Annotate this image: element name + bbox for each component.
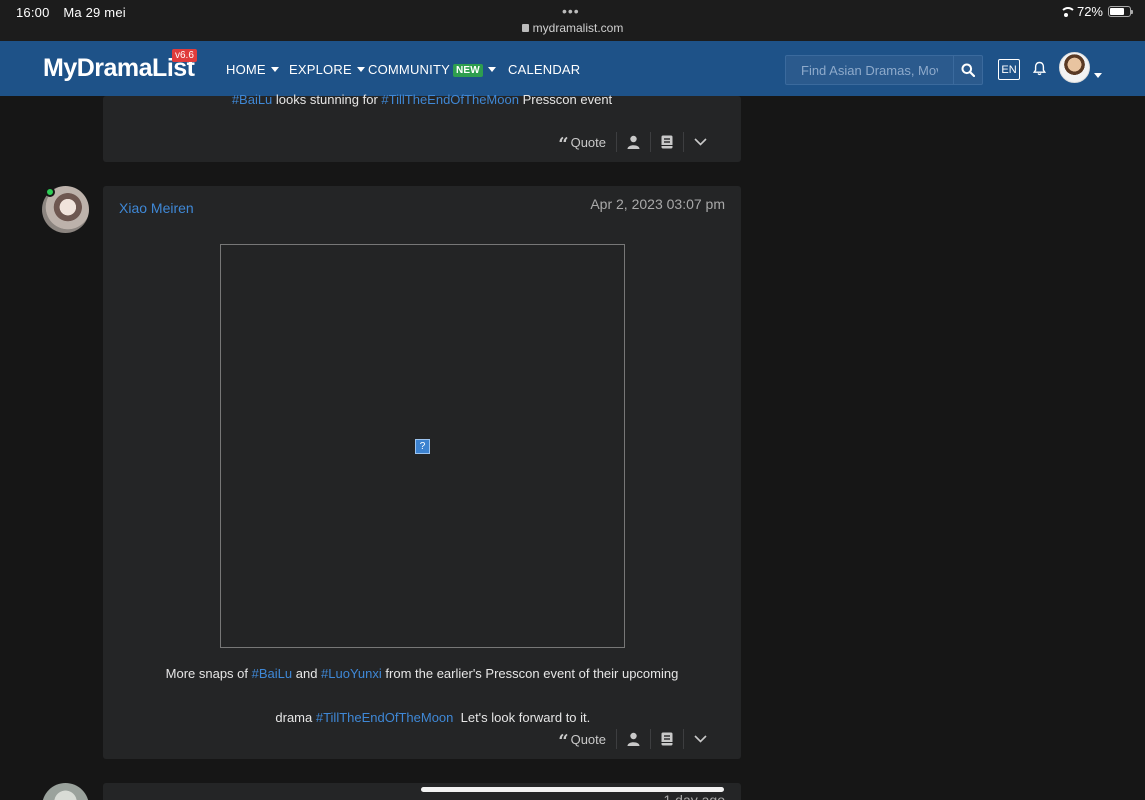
online-status-indicator [45, 187, 55, 197]
comment-actions: “Quote [558, 729, 717, 752]
battery-percent: 72% [1076, 4, 1103, 19]
quote-icon: “ [558, 134, 569, 155]
profile-button[interactable] [616, 729, 650, 749]
bell-icon [1032, 61, 1047, 76]
comment-text-part: More snaps of [165, 666, 252, 681]
battery-icon [1108, 6, 1133, 17]
book-icon [661, 732, 673, 746]
profile-button[interactable] [616, 132, 650, 152]
nav-community[interactable]: COMMUNITY NEW [368, 62, 496, 78]
comment-text-part: and [292, 666, 322, 681]
user-avatar[interactable] [1059, 52, 1090, 83]
nav-community-label: COMMUNITY [368, 62, 450, 77]
comment-date[interactable]: 1 day ago [664, 792, 726, 800]
status-indicators: 72% [1059, 4, 1133, 19]
browser-menu-dots-icon[interactable]: ••• [562, 3, 580, 19]
wifi-icon [1059, 6, 1076, 17]
chevron-down-icon [487, 67, 496, 72]
quote-button[interactable]: “Quote [558, 729, 616, 752]
comment-text-part: looks stunning for [272, 92, 382, 107]
nav-home[interactable]: HOME [226, 62, 279, 77]
version-badge: v6.6 [172, 49, 197, 62]
language-button[interactable]: EN [998, 59, 1020, 80]
hashtag-link[interactable]: #BaiLu [252, 666, 292, 681]
quote-icon: “ [558, 731, 569, 752]
user-icon [627, 135, 640, 149]
chevron-down-icon [694, 735, 707, 743]
hashtag-link[interactable]: #TillTheEndOfTheMoon [381, 92, 519, 107]
nav-home-label: HOME [226, 62, 266, 77]
comment-image[interactable]: ? [220, 244, 625, 648]
author-name[interactable]: Xiao Meiren [119, 200, 194, 216]
nav-calendar[interactable]: CALENDAR [508, 62, 580, 77]
more-options-button[interactable] [683, 729, 717, 749]
search-icon [961, 63, 975, 77]
quote-button[interactable]: “Quote [558, 132, 616, 155]
history-button[interactable] [650, 132, 683, 152]
notifications-button[interactable] [1032, 61, 1047, 81]
more-options-button[interactable] [683, 132, 717, 152]
book-icon [661, 135, 673, 149]
hashtag-link[interactable]: #BaiLu [232, 92, 272, 107]
hashtag-link[interactable]: #LuoYunxi [321, 666, 382, 681]
comment-card: #BaiLu looks stunning for #TillTheEndOfT… [103, 92, 741, 162]
nav-calendar-label: CALENDAR [508, 62, 581, 77]
comment-text-part: Presscon event [518, 92, 613, 107]
search-button[interactable] [953, 55, 983, 85]
quote-label: Quote [570, 134, 606, 150]
address-bar[interactable]: mydramalist.com [0, 21, 1145, 35]
user-icon [627, 732, 640, 746]
user-menu-toggle[interactable] [1094, 67, 1102, 85]
home-indicator[interactable] [421, 787, 724, 792]
lock-icon [521, 24, 529, 32]
chevron-down-icon [270, 67, 279, 72]
comment-card: Xiao Meiren Apr 2, 2023 03:07 pm ? More … [103, 186, 741, 759]
comment-text: #BaiLu looks stunning for #TillTheEndOfT… [103, 89, 741, 111]
hashtag-link[interactable]: #TillTheEndOfTheMoon [316, 710, 454, 725]
search-input[interactable] [785, 55, 954, 85]
chevron-down-icon [356, 67, 365, 72]
url-text: mydramalist.com [532, 21, 624, 35]
chevron-down-icon [694, 138, 707, 146]
comment-text-part: Let's look forward to it. [453, 710, 591, 725]
status-date: Ma 29 mei [63, 5, 126, 20]
author-avatar[interactable] [42, 783, 89, 800]
chevron-down-icon [1094, 73, 1102, 78]
status-time: 16:00 [16, 5, 50, 20]
status-time-date: 16:00 Ma 29 mei [16, 5, 136, 20]
comment-text-line: More snaps of #BaiLu and #LuoYunxi from … [103, 663, 741, 685]
site-header: MyDramaList v6.6 HOME EXPLORE COMMUNITY N… [0, 41, 1145, 96]
new-badge: NEW [452, 64, 483, 77]
comment-text-part: drama [275, 710, 316, 725]
nav-explore[interactable]: EXPLORE [289, 62, 365, 77]
comment-actions: “Quote [558, 132, 717, 155]
status-bar: 16:00 Ma 29 mei ••• mydramalist.com 72% [0, 0, 1145, 41]
comment-text-part: from the earlier's Presscon event of the… [381, 666, 679, 681]
nav-explore-label: EXPLORE [289, 62, 352, 77]
broken-image-icon: ? [415, 439, 430, 454]
history-button[interactable] [650, 729, 683, 749]
comment-date[interactable]: Apr 2, 2023 03:07 pm [590, 196, 725, 212]
quote-label: Quote [570, 731, 606, 747]
